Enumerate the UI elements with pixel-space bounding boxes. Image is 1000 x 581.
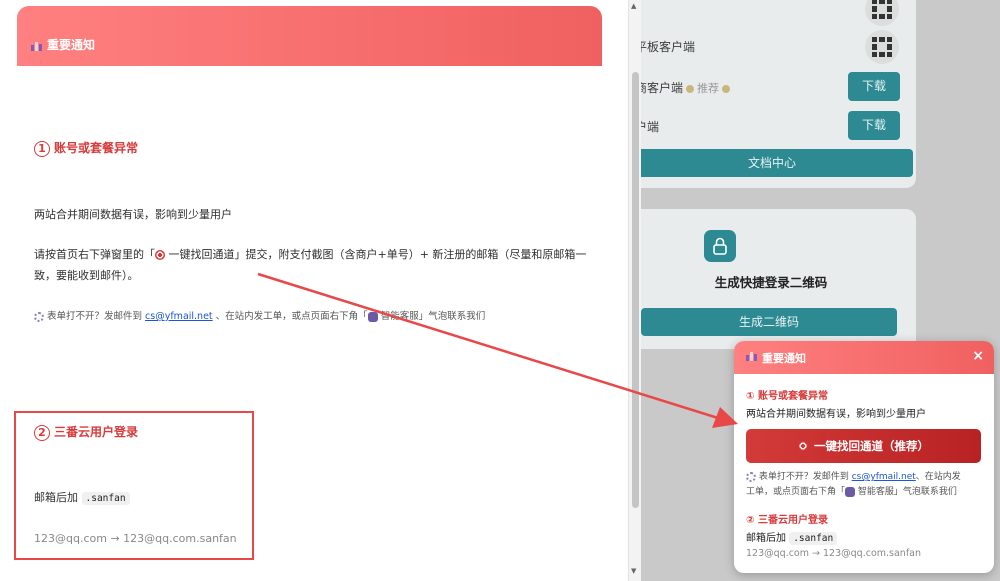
scrollbar[interactable]: ▲ ▼ (628, 0, 641, 581)
support-email-link[interactable]: cs@yfmail.net (852, 472, 916, 482)
popup-section-1-line: 两站合并期间数据有误，影响到少量用户 (746, 409, 926, 420)
gear-icon (34, 311, 44, 322)
doc-center-button[interactable]: 文档中心 (641, 149, 913, 177)
section-1-paragraph: 请按首页右下弹窗里的「 一键找回通道」提交，附支付截图（含商户+单号）+ 新注册… (34, 248, 587, 282)
gear-icon (746, 471, 756, 482)
client-row-label: 户端 (641, 120, 660, 134)
generate-qr-button[interactable]: 生成二维码 (641, 308, 897, 336)
flag-icon (746, 352, 757, 361)
target-icon (798, 441, 808, 451)
bot-icon (845, 486, 856, 497)
popup-section-1-title: ① 账号或套餐异常 (746, 391, 828, 402)
scrollbar-thumb[interactable] (632, 72, 639, 508)
notice-popup: 重要通知 × ① 账号或套餐异常 两站合并期间数据有误，影响到少量用户 一键找回… (734, 341, 994, 573)
annotation-highlight-box (14, 411, 254, 560)
notice-panel: 重要通知 1 账号或套餐异常 两站合并期间数据有误，影响到少量用户 请按首页右下弹… (0, 0, 628, 581)
qr-code-icon[interactable] (865, 30, 899, 64)
download-button[interactable]: 下载 (848, 72, 900, 101)
section-1-tip: 表单打不开？发邮件到 cs@yfmail.net 、在站内发工单，或点页面右下角… (34, 310, 485, 324)
support-email-link[interactable]: cs@yfmail.net (145, 311, 213, 322)
suffix-code: .sanfan (789, 532, 838, 545)
quick-login-title: 生成快捷登录二维码 (714, 275, 828, 290)
download-button[interactable]: 下载 (848, 111, 900, 140)
section-number: 1 (34, 141, 50, 157)
notice-header: 重要通知 (17, 6, 602, 66)
notice-title: 重要通知 (47, 38, 96, 52)
client-row-label: 商客户端 推荐 (641, 79, 733, 96)
section-1-line: 两站合并期间数据有误，影响到少量用户 (34, 208, 232, 221)
popup-title: 重要通知 (762, 352, 806, 365)
tag-dot-icon (686, 84, 695, 93)
lock-icon (704, 230, 736, 262)
tag-dot-icon (722, 84, 731, 93)
popup-section-2-line: 邮箱后加 .sanfan (746, 529, 838, 545)
flag-icon (31, 42, 42, 51)
section-1-title: 1 账号或套餐异常 (34, 139, 138, 157)
client-row-label: 平板客户端 (641, 40, 696, 54)
bot-icon (367, 311, 378, 322)
popup-section-2-title: ② 三番云用户登录 (746, 515, 828, 526)
scroll-down-icon[interactable]: ▼ (631, 567, 636, 575)
popup-section-2-example: 123@qq.com → 123@qq.com.sanfan (746, 548, 922, 559)
recommend-tag: 推荐 (697, 82, 720, 95)
target-icon (155, 250, 165, 260)
recover-channel-button[interactable]: 一键找回通道（推荐） (746, 429, 981, 463)
scroll-up-icon[interactable]: ▲ (631, 2, 636, 10)
close-icon[interactable]: × (972, 349, 984, 363)
popup-tip: 表单打不开？发邮件到 cs@yfmail.net、在站内发 工单，或点页面右下角「… (746, 471, 961, 497)
popup-header: 重要通知 × (734, 341, 994, 374)
